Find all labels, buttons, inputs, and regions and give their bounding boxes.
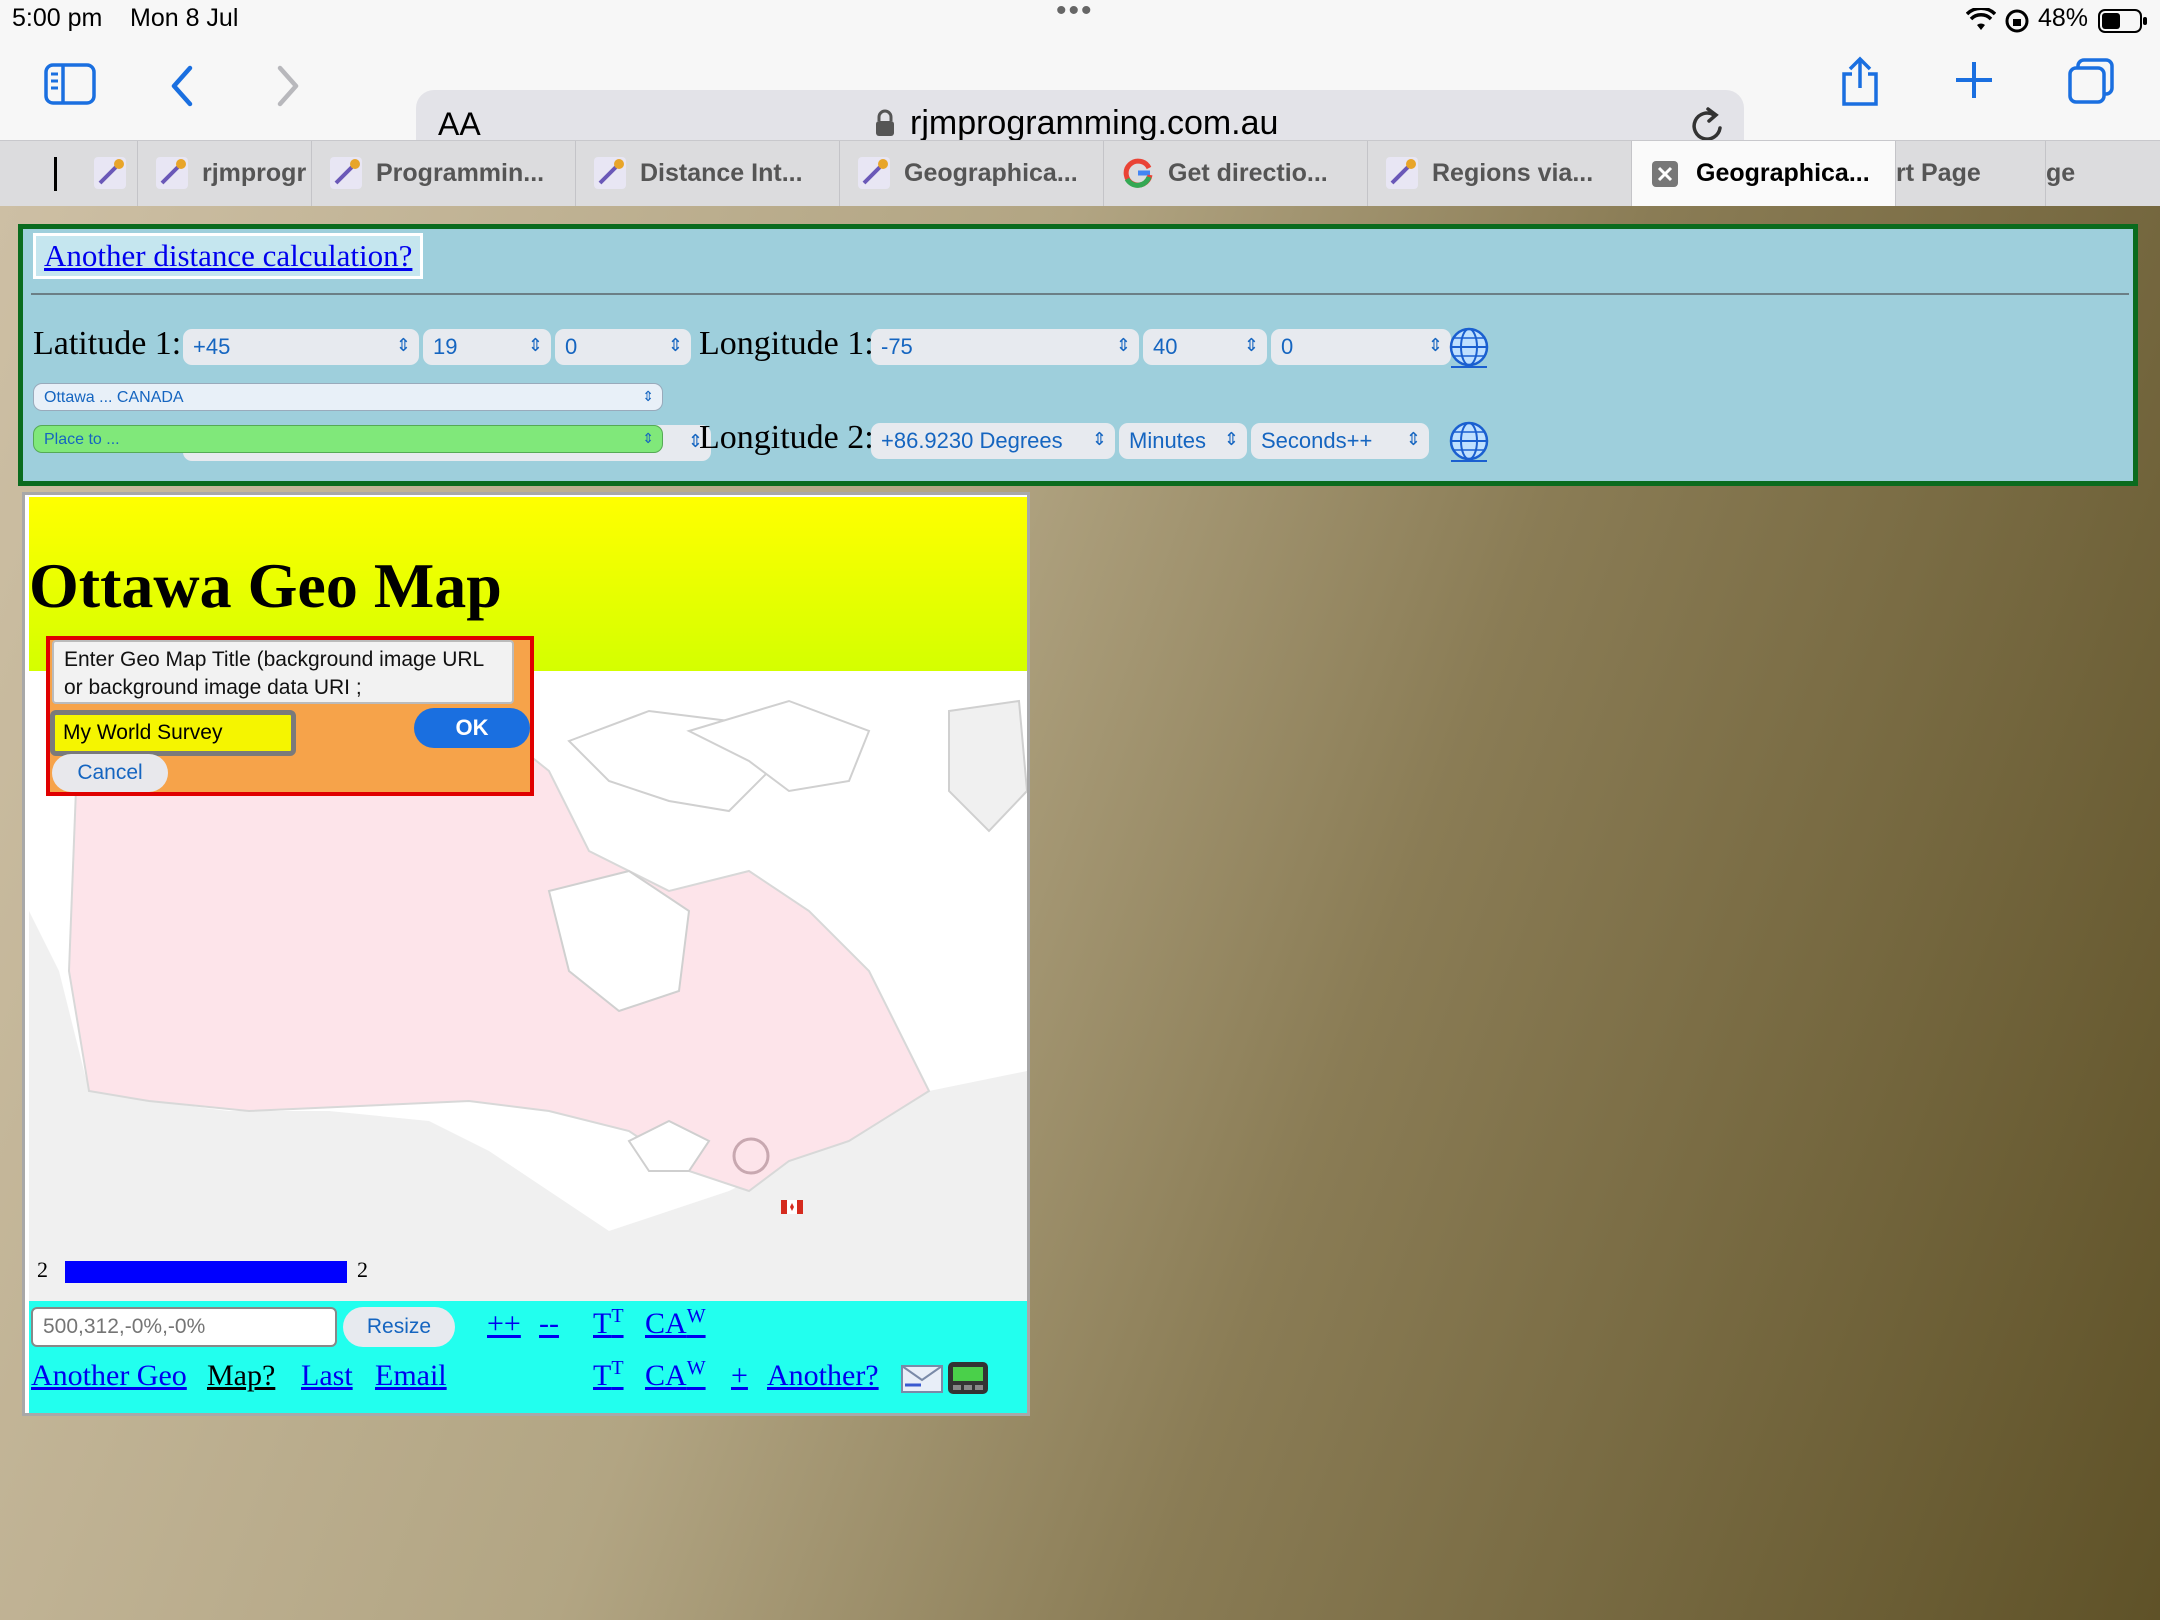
text-caw-link-2[interactable]: CAW (645, 1357, 706, 1393)
orientation-lock-icon (2004, 8, 2030, 38)
longitude-1-label: Longitude 1: (699, 325, 874, 362)
tab-4[interactable]: Distance Int... (576, 141, 840, 206)
another-geo-link[interactable]: Another Geo (31, 1359, 187, 1393)
tab-10[interactable]: ge (2046, 141, 2160, 206)
chevron-updown-icon: ⇕ (642, 388, 654, 404)
rjm-favicon-icon (592, 155, 628, 191)
longitude-2-label: Longitude 2: (699, 419, 874, 456)
map-controls-panel: Resize ++ -- TT CAW Another Geo Map? Las… (29, 1301, 1027, 1413)
share-icon[interactable] (1838, 56, 1882, 112)
lon1-seconds-select[interactable]: 0 ⇕ (1271, 329, 1451, 365)
latitude-1-label: Latitude 1: (33, 325, 182, 362)
chevron-updown-icon: ⇕ (1427, 335, 1443, 355)
another-link[interactable]: Another? (767, 1359, 879, 1393)
chevron-updown-icon: ⇕ (1223, 429, 1239, 449)
chevron-updown-icon: ⇕ (642, 430, 654, 446)
email-envelope-icon[interactable] (901, 1365, 943, 1397)
tab-1[interactable] (14, 141, 138, 206)
google-favicon-icon (1120, 155, 1156, 191)
page-content: Another distance calculation? Latitude 1… (0, 206, 2160, 1620)
another-distance-link[interactable]: Another distance calculation? (44, 238, 412, 273)
forward-icon[interactable] (274, 64, 302, 112)
globe-icon[interactable] (1447, 419, 1491, 467)
scale-left-value: 2 (37, 1257, 48, 1282)
rjm-favicon-icon (92, 155, 128, 191)
lon2-seconds-select[interactable]: Seconds++ ⇕ (1251, 423, 1429, 459)
tab-9[interactable]: rt Page (1896, 141, 2046, 206)
cursor-bar (54, 157, 57, 191)
chevron-updown-icon: ⇕ (1091, 429, 1107, 449)
rjm-favicon-icon (328, 155, 364, 191)
size-input[interactable] (31, 1307, 337, 1347)
map-question-link[interactable]: Map? (207, 1359, 275, 1393)
distance-panel: Another distance calculation? Latitude 1… (18, 224, 2138, 486)
status-time: 5:00 pm (12, 4, 103, 32)
lon1-minutes-select[interactable]: 40 ⇕ (1143, 329, 1267, 365)
chevron-updown-icon: ⇕ (1243, 335, 1259, 355)
text-tt-link-2[interactable]: TT (593, 1357, 624, 1393)
battery-icon (2098, 8, 2148, 38)
map-title: Ottawa Geo Map (29, 550, 502, 621)
lock-icon (874, 108, 896, 142)
tab-5[interactable]: Geographica... (840, 141, 1104, 206)
globe-icon[interactable] (1447, 325, 1491, 373)
text-tt-link[interactable]: TT (593, 1305, 624, 1341)
panel-divider (31, 293, 2129, 295)
rjm-favicon-icon (154, 155, 190, 191)
lat1-minutes-select[interactable]: 19 ⇕ (423, 329, 551, 365)
chevron-updown-icon: ⇕ (527, 335, 543, 355)
chevron-updown-icon: ⇕ (667, 335, 683, 355)
text-caw-link[interactable]: CAW (645, 1305, 706, 1341)
lat1-seconds-select[interactable]: 0 ⇕ (555, 329, 691, 365)
zoom-in-link[interactable]: ++ (487, 1307, 521, 1341)
new-tab-icon[interactable] (1952, 58, 1996, 106)
tab-bar: rjmprogr Programmin... Distance Int... G… (0, 140, 2160, 207)
resize-button[interactable]: Resize (343, 1307, 455, 1347)
scale-bar (65, 1261, 347, 1283)
last-link[interactable]: Last (301, 1359, 353, 1393)
battery-percent: 48% (2038, 4, 2089, 32)
geo-map-container: Ottawa Geo Map 2 2 500,312,-0%,-0% Resiz… (22, 492, 1030, 1416)
lon2-minutes-select[interactable]: Minutes ⇕ (1119, 423, 1247, 459)
prompt-message: Enter Geo Map Title (background image UR… (52, 640, 514, 704)
lon1-degrees-select[interactable]: -75 ⇕ (871, 329, 1139, 365)
lat1-degrees-select[interactable]: +45 ⇕ (183, 329, 419, 365)
tab-active[interactable]: Geographica... (1632, 141, 1896, 206)
back-icon[interactable] (168, 64, 196, 112)
tab-7[interactable]: Regions via... (1368, 141, 1632, 206)
scale-right-value: 2 (357, 1257, 368, 1282)
another-distance-box: Another distance calculation? (33, 233, 424, 279)
url-text[interactable]: rjmprogramming.com.au (910, 104, 1278, 143)
chevron-updown-icon: ⇕ (1405, 429, 1421, 449)
chevron-updown-icon: ⇕ (1115, 335, 1131, 355)
email-link[interactable]: Email (375, 1359, 447, 1393)
prompt-input[interactable]: My World Survey (50, 710, 296, 756)
tab-overview-icon[interactable] (2066, 58, 2116, 110)
pager-icon[interactable] (947, 1361, 989, 1399)
lon2-degrees-select[interactable]: +86.9230 Degrees ⇕ (871, 423, 1115, 459)
tab-3[interactable]: Programmin... (312, 141, 576, 206)
rjm-favicon-icon (856, 155, 892, 191)
multitask-dots-icon[interactable]: ••• (1056, 0, 1094, 28)
tab-6[interactable]: Get directio... (1104, 141, 1368, 206)
plus-link[interactable]: + (731, 1359, 748, 1393)
text-size-button[interactable]: AA (438, 106, 481, 143)
status-bar: 5:00 pm Mon 8 Jul ••• 48% (0, 0, 2160, 42)
chevron-updown-icon: ⇕ (395, 335, 411, 355)
place-1-select[interactable]: Ottawa ... CANADA ⇕ (33, 383, 663, 411)
status-date: Mon 8 Jul (130, 4, 239, 32)
prompt-dialog: Enter Geo Map Title (background image UR… (46, 636, 534, 796)
zoom-out-link[interactable]: -- (539, 1307, 559, 1341)
place-2-select[interactable]: Place to ... ⇕ (33, 425, 663, 453)
wifi-icon (1965, 6, 1997, 36)
sidebar-icon[interactable] (44, 62, 96, 110)
canada-flag-icon (781, 1199, 803, 1218)
rjm-favicon-icon (1384, 155, 1420, 191)
close-tab-icon[interactable] (1652, 161, 1678, 194)
tab-2[interactable]: rjmprogr (138, 141, 312, 206)
browser-toolbar: AA rjmprogramming.com.au (0, 42, 2160, 162)
cancel-button[interactable]: Cancel (52, 754, 168, 792)
ok-button[interactable]: OK (414, 708, 530, 748)
